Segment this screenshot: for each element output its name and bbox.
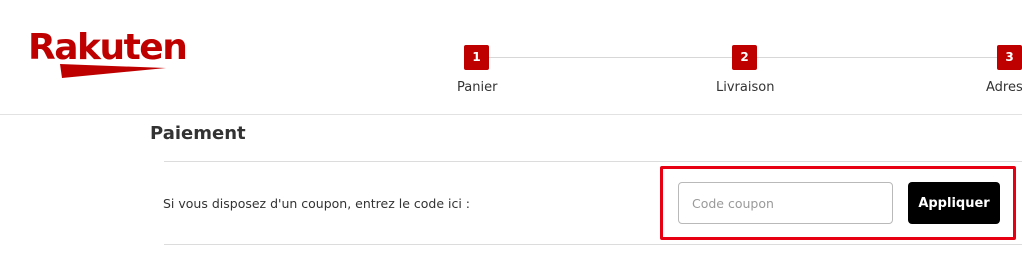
divider — [164, 161, 1022, 162]
step-3-badge: 3 — [997, 45, 1022, 70]
page-title: Paiement — [150, 123, 246, 144]
step-3-label: Adres — [986, 80, 1022, 95]
coupon-prompt: Si vous disposez d'un coupon, entrez le … — [163, 196, 471, 211]
step-1-label: Panier — [457, 80, 498, 95]
step-1-badge: 1 — [464, 45, 489, 70]
step-2-label: Livraison — [716, 80, 775, 95]
checkout-stepper: 1 Panier 2 Livraison 3 Adres — [0, 0, 1022, 115]
header: Rakuten 1 Panier 2 Livraison 3 Adres — [0, 0, 1022, 115]
divider — [164, 244, 1022, 245]
coupon-code-input[interactable] — [678, 182, 893, 224]
step-2-badge: 2 — [732, 45, 757, 70]
apply-coupon-button[interactable]: Appliquer — [908, 182, 1000, 224]
